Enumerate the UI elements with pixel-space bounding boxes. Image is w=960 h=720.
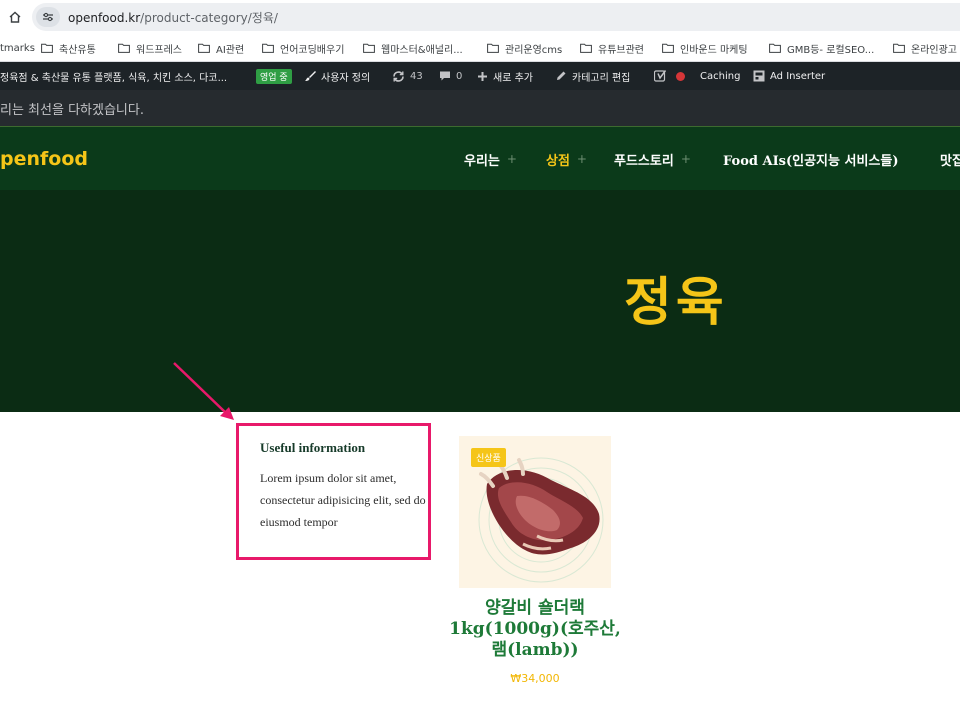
seo-score-dot bbox=[676, 71, 685, 81]
bookmarks-bar: tmarks 축산유통 워드프레스 AI관련 언어코딩배우기 웹마스터&애널리.… bbox=[0, 34, 960, 62]
admin-customize-label: 사용자 정의 bbox=[321, 72, 371, 84]
folder-icon bbox=[363, 43, 375, 53]
bookmark-folder[interactable]: 인바운드 마케팅 bbox=[662, 34, 748, 61]
folder-icon bbox=[198, 43, 210, 53]
folder-icon bbox=[262, 43, 274, 53]
admin-caching-label: Caching bbox=[700, 70, 741, 82]
folder-icon bbox=[118, 43, 130, 53]
admin-new[interactable]: 새로 추가 bbox=[477, 62, 533, 90]
bookmark-label: 워드프레스 bbox=[136, 44, 182, 56]
folder-icon bbox=[41, 43, 53, 53]
bookmark-folder[interactable]: GMB등- 로컬SEO... bbox=[769, 34, 875, 61]
url-host: openfood.kr bbox=[68, 10, 141, 25]
category-title: 정육 bbox=[624, 273, 728, 333]
brush-icon bbox=[305, 71, 316, 81]
bookmark-label: 웹마스터&애널리... bbox=[381, 44, 463, 56]
ad-inserter-icon bbox=[753, 70, 765, 82]
folder-icon bbox=[580, 43, 592, 53]
tune-icon bbox=[43, 12, 53, 22]
bookmark-item[interactable]: tmarks bbox=[0, 34, 35, 61]
useful-info-box: Useful information Lorem ipsum dolor sit… bbox=[236, 423, 431, 560]
nav-item-food-ais[interactable]: Food AIs(인공지능 서비스들) bbox=[723, 127, 898, 190]
useful-info-title: Useful information bbox=[260, 440, 366, 455]
bookmark-folder[interactable]: 웹마스터&애널리... bbox=[363, 34, 463, 61]
refresh-icon bbox=[393, 70, 404, 82]
useful-info-text: Lorem ipsum dolor sit amet, consectetur … bbox=[260, 471, 426, 529]
home-icon bbox=[9, 11, 21, 23]
product-price: ₩34,000 bbox=[510, 672, 560, 685]
nav-item-shop[interactable]: 상점 + bbox=[546, 127, 587, 190]
status-badge[interactable]: 영업 중 bbox=[256, 62, 292, 90]
bookmark-folder[interactable]: 유튜브관련 bbox=[580, 34, 644, 61]
bookmark-label: AI관련 bbox=[216, 44, 245, 56]
plus-icon bbox=[478, 71, 487, 81]
bookmark-folder[interactable]: 축산유통 bbox=[41, 34, 96, 61]
site-header: penfood 우리는 + 상점 + 푸드스토리 + Food AIs(인공지능 서비… bbox=[0, 126, 960, 190]
bookmark-label: 언어코딩배우기 bbox=[280, 44, 345, 56]
bookmark-label: 온라인광고 bbox=[911, 44, 957, 56]
product-image[interactable]: 신상품 bbox=[459, 436, 611, 588]
bookmark-folder[interactable]: 관리운영cms bbox=[487, 34, 563, 61]
bookmark-folder[interactable]: 온라인광고 bbox=[893, 34, 957, 61]
bookmark-folder[interactable]: 언어코딩배우기 bbox=[262, 34, 345, 61]
nav-item-restaurants[interactable]: 맛집 bbox=[940, 127, 960, 190]
url-text: openfood.kr/product-category/정육/ bbox=[68, 9, 278, 26]
admin-edit-category-label: 카테고리 편집 bbox=[572, 72, 631, 84]
address-field[interactable]: openfood.kr/product-category/정육/ bbox=[32, 3, 960, 31]
submenu-plus-icon: + bbox=[506, 152, 517, 166]
nav-item-label: Food AIs(인공지능 서비스들) bbox=[723, 153, 899, 169]
bookmark-label: tmarks bbox=[0, 42, 35, 54]
admin-site-name-label: 정육점 & 축산물 유통 플랫폼, 식육, 치킨 소스, 다코... bbox=[0, 72, 228, 84]
top-notice: 리는 최선을 다하겠습니다. bbox=[0, 90, 960, 126]
submenu-plus-icon: + bbox=[680, 152, 691, 166]
url-path: /product-category/정육/ bbox=[140, 10, 278, 25]
site-logo-text: penfood bbox=[0, 148, 88, 170]
nav-item-label: 상점 bbox=[546, 153, 570, 169]
nav-item-label: 우리는 bbox=[464, 153, 500, 169]
admin-caching[interactable]: Caching bbox=[700, 62, 740, 90]
admin-new-label: 새로 추가 bbox=[493, 72, 533, 84]
submenu-plus-icon: + bbox=[576, 152, 587, 166]
site-info-button[interactable] bbox=[36, 7, 60, 27]
bookmark-label: 관리운영cms bbox=[505, 44, 563, 56]
nav-item-food-story[interactable]: 푸드스토리 + bbox=[614, 127, 691, 190]
annotation-arrow-icon bbox=[173, 362, 234, 420]
admin-site-name[interactable]: 정육점 & 축산물 유통 플랫폼, 식육, 치킨 소스, 다코... bbox=[0, 62, 227, 90]
admin-updates[interactable]: 43 bbox=[392, 62, 423, 90]
category-hero: 정육 bbox=[0, 190, 960, 412]
admin-ad-inserter[interactable]: Ad Inserter bbox=[753, 62, 825, 90]
bookmark-label: 유튜브관련 bbox=[598, 44, 644, 56]
admin-customize[interactable]: 사용자 정의 bbox=[304, 62, 370, 90]
updates-count: 43 bbox=[410, 70, 423, 82]
bookmark-label: GMB등- 로컬SEO... bbox=[787, 44, 875, 56]
folder-icon bbox=[662, 43, 674, 53]
seo-score-indicator bbox=[676, 62, 685, 90]
comment-icon bbox=[440, 71, 450, 81]
browser-address-bar: openfood.kr/product-category/정육/ bbox=[0, 0, 960, 34]
new-product-badge: 신상품 bbox=[471, 448, 506, 467]
wp-admin-bar: 정육점 & 축산물 유통 플랫폼, 식육, 치킨 소스, 다코... 영업 중 … bbox=[0, 62, 960, 90]
folder-icon bbox=[769, 43, 781, 53]
nav-item-about[interactable]: 우리는 + bbox=[464, 127, 517, 190]
folder-icon bbox=[487, 43, 499, 53]
yoast-icon bbox=[654, 70, 667, 82]
site-logo[interactable]: penfood bbox=[0, 127, 88, 190]
bookmark-folder[interactable]: 워드프레스 bbox=[118, 34, 182, 61]
admin-yoast[interactable] bbox=[654, 62, 672, 90]
folder-icon bbox=[893, 43, 905, 53]
bookmark-label: 축산유통 bbox=[59, 44, 96, 56]
nav-item-label: 푸드스토리 bbox=[614, 153, 674, 169]
pencil-icon bbox=[557, 71, 566, 80]
bookmark-label: 인바운드 마케팅 bbox=[680, 44, 748, 56]
home-button[interactable] bbox=[0, 0, 30, 34]
admin-comments[interactable]: 0 bbox=[439, 62, 462, 90]
status-badge-label: 영업 중 bbox=[256, 68, 292, 84]
admin-ad-inserter-label: Ad Inserter bbox=[770, 70, 826, 82]
admin-edit-category[interactable]: 카테고리 편집 bbox=[555, 62, 630, 90]
top-notice-text: 리는 최선을 다하겠습니다. bbox=[0, 102, 144, 118]
bookmark-folder[interactable]: AI관련 bbox=[198, 34, 245, 61]
nav-item-label: 맛집 bbox=[940, 153, 960, 169]
comments-count: 0 bbox=[456, 70, 463, 82]
product-title-link[interactable]: 양갈비 숄더랙 1kg(1000g)(호주산, 램(lamb)) bbox=[440, 598, 630, 661]
